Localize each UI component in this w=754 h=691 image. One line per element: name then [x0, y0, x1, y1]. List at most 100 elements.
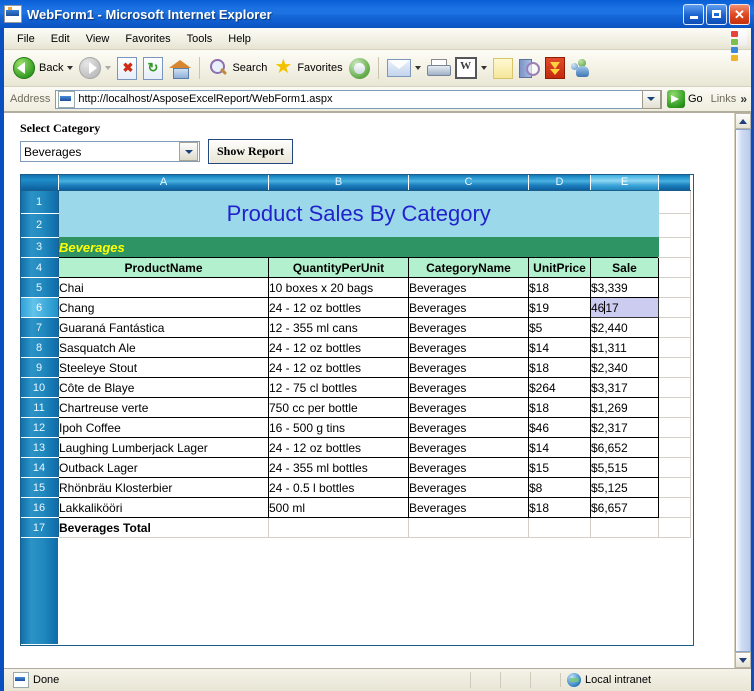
row-header-13[interactable]: 13	[20, 437, 59, 458]
research-button[interactable]	[516, 53, 542, 83]
refresh-button[interactable]: ↻	[140, 53, 166, 83]
cell-quantityperunit-11[interactable]: 750 cc per bottle	[268, 397, 409, 418]
cell-sale-12[interactable]: $2,317	[590, 417, 659, 438]
select-dropdown-button[interactable]	[179, 142, 198, 161]
address-dropdown-button[interactable]	[641, 89, 661, 109]
row-header-3[interactable]: 3	[20, 237, 59, 258]
cell-quantityperunit-15[interactable]: 24 - 0.5 l bottles	[268, 477, 409, 498]
cell-unitprice-8[interactable]: $14	[528, 337, 591, 358]
cell-categoryname-14[interactable]: Beverages	[408, 457, 529, 478]
row-header-9[interactable]: 9	[20, 357, 59, 378]
cell-unitprice-5[interactable]: $18	[528, 277, 591, 298]
cell-productname-11[interactable]: Chartreuse verte	[58, 397, 269, 418]
cell-productname-9[interactable]: Steeleye Stout	[58, 357, 269, 378]
home-button[interactable]	[166, 53, 194, 83]
cell-sale-8[interactable]: $1,311	[590, 337, 659, 358]
menu-item-help[interactable]: Help	[220, 31, 259, 47]
cell-quantityperunit-7[interactable]: 12 - 355 ml cans	[268, 317, 409, 338]
cell-quantityperunit-14[interactable]: 24 - 355 ml bottles	[268, 457, 409, 478]
cell-total-quantityperunit-17[interactable]	[268, 517, 409, 538]
cell-categoryname-11[interactable]: Beverages	[408, 397, 529, 418]
stop-button[interactable]: ✖	[114, 53, 140, 83]
row-header-8[interactable]: 8	[20, 337, 59, 358]
resize-grip[interactable]	[737, 673, 751, 687]
mail-button[interactable]	[384, 53, 424, 83]
chevron-double-right-icon[interactable]: »	[740, 92, 747, 106]
menu-item-file[interactable]: File	[9, 31, 43, 47]
cell-unitprice-11[interactable]: $18	[528, 397, 591, 418]
table-header-productname[interactable]: ProductName	[58, 257, 269, 278]
cell-productname-8[interactable]: Sasquatch Ale	[58, 337, 269, 358]
cell-categoryname-9[interactable]: Beverages	[408, 357, 529, 378]
cell-unitprice-15[interactable]: $8	[528, 477, 591, 498]
cell-categoryname-12[interactable]: Beverages	[408, 417, 529, 438]
back-button[interactable]: Back	[10, 53, 76, 83]
scrollbar-thumb[interactable]	[735, 129, 751, 652]
row-header-15[interactable]: 15	[20, 477, 59, 498]
spreadsheet-grid[interactable]: A B C D E 1 Product Sales By Category 2 3 Beverag…	[20, 174, 691, 538]
cell-quantityperunit-12[interactable]: 16 - 500 g tins	[268, 417, 409, 438]
links-label[interactable]: Links	[711, 93, 737, 105]
chevron-down-icon[interactable]	[480, 66, 487, 70]
cell-sale-14[interactable]: $5,515	[590, 457, 659, 478]
scroll-up-button[interactable]	[735, 113, 751, 129]
go-button[interactable]: Go	[666, 90, 703, 108]
column-header-d[interactable]: D	[528, 174, 591, 191]
row-header-10[interactable]: 10	[20, 377, 59, 398]
cell-quantityperunit-9[interactable]: 24 - 12 oz bottles	[268, 357, 409, 378]
cell-categoryname-10[interactable]: Beverages	[408, 377, 529, 398]
cell-productname-10[interactable]: Côte de Blaye	[58, 377, 269, 398]
maximize-button[interactable]	[706, 3, 727, 25]
favorites-button[interactable]: ★ Favorites	[270, 53, 345, 83]
notes-button[interactable]	[490, 53, 516, 83]
cell-productname-6[interactable]: Chang	[58, 297, 269, 318]
cell-quantityperunit-8[interactable]: 24 - 12 oz bottles	[268, 337, 409, 358]
cell-unitprice-12[interactable]: $46	[528, 417, 591, 438]
category-select[interactable]: Beverages	[20, 141, 200, 162]
menu-item-favorites[interactable]: Favorites	[117, 31, 178, 47]
table-header-categoryname[interactable]: CategoryName	[408, 257, 529, 278]
column-header-c[interactable]: C	[408, 174, 529, 191]
cell-productname-15[interactable]: Rhönbräu Klosterbier	[58, 477, 269, 498]
cell-categoryname-7[interactable]: Beverages	[408, 317, 529, 338]
chevron-down-icon[interactable]	[105, 66, 112, 70]
row-header-16[interactable]: 16	[20, 497, 59, 518]
category-banner-cell[interactable]: Beverages	[58, 237, 659, 258]
cell-sale-10[interactable]: $3,317	[590, 377, 659, 398]
edit-word-button[interactable]: W	[452, 53, 490, 83]
row-header-11[interactable]: 11	[20, 397, 59, 418]
row-header-1[interactable]: 1	[20, 190, 59, 215]
table-header-quantityperunit[interactable]: QuantityPerUnit	[268, 257, 409, 278]
media-button[interactable]	[346, 53, 373, 83]
cell-categoryname-16[interactable]: Beverages	[408, 497, 529, 518]
cell-productname-14[interactable]: Outback Lager	[58, 457, 269, 478]
menu-item-edit[interactable]: Edit	[43, 31, 78, 47]
cell-sale-6[interactable]: 4617	[590, 297, 659, 318]
cell-sale-13[interactable]: $6,652	[590, 437, 659, 458]
cell-sale-9[interactable]: $2,340	[590, 357, 659, 378]
column-header-extra[interactable]	[658, 174, 691, 191]
show-report-button[interactable]: Show Report	[208, 139, 294, 164]
cell-quantityperunit-13[interactable]: 24 - 12 oz bottles	[268, 437, 409, 458]
row-header-6[interactable]: 6	[20, 297, 59, 318]
cell-unitprice-14[interactable]: $15	[528, 457, 591, 478]
cell-sale-16[interactable]: $6,657	[590, 497, 659, 518]
cell-unitprice-13[interactable]: $14	[528, 437, 591, 458]
cell-categoryname-6[interactable]: Beverages	[408, 297, 529, 318]
column-header-a[interactable]: A	[58, 174, 269, 191]
cell-sale-11[interactable]: $1,269	[590, 397, 659, 418]
cell-total-categoryname-17[interactable]	[408, 517, 529, 538]
menu-item-tools[interactable]: Tools	[179, 31, 221, 47]
forward-button[interactable]	[76, 53, 114, 83]
cell-productname-13[interactable]: Laughing Lumberjack Lager	[58, 437, 269, 458]
row-header-12[interactable]: 12	[20, 417, 59, 438]
column-header-b[interactable]: B	[268, 174, 409, 191]
cell-unitprice-10[interactable]: $264	[528, 377, 591, 398]
cell-sale-7[interactable]: $2,440	[590, 317, 659, 338]
page-vertical-scrollbar[interactable]	[734, 113, 751, 668]
cell-categoryname-15[interactable]: Beverages	[408, 477, 529, 498]
cell-categoryname-8[interactable]: Beverages	[408, 337, 529, 358]
cell-unitprice-7[interactable]: $5	[528, 317, 591, 338]
cell-quantityperunit-16[interactable]: 500 ml	[268, 497, 409, 518]
sheet-title-cell[interactable]: Product Sales By Category	[58, 190, 659, 237]
